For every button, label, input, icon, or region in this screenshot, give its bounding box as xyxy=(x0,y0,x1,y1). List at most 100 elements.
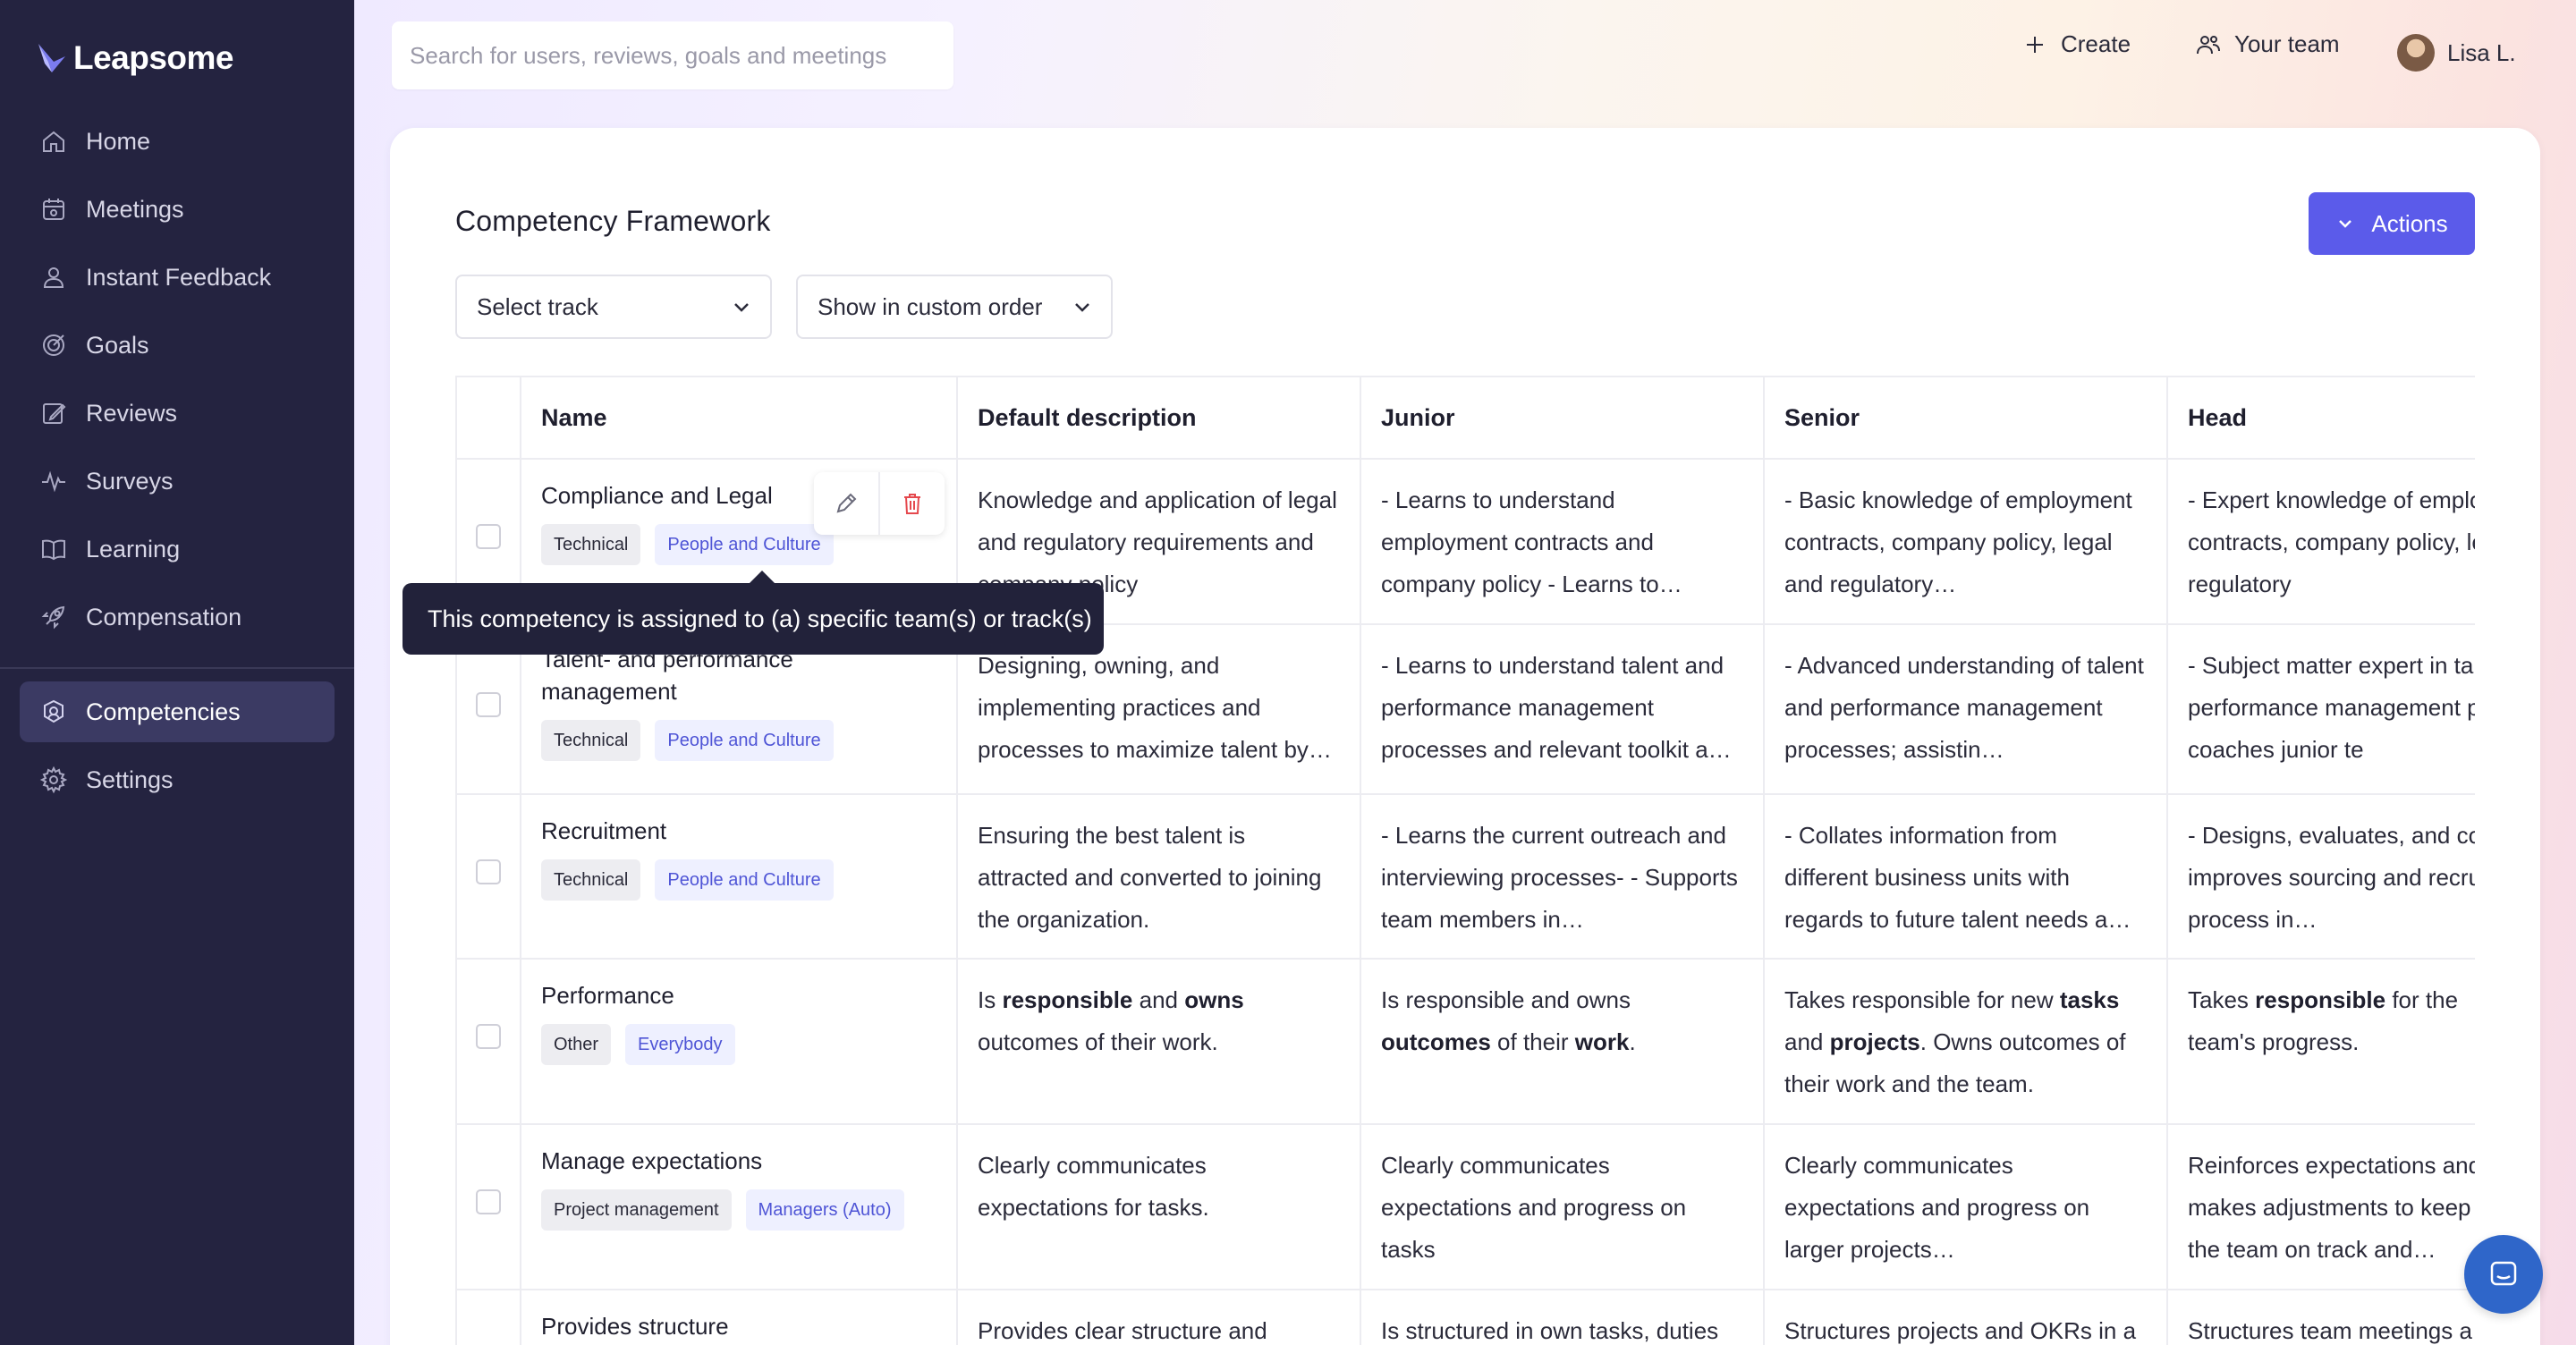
competency-name[interactable]: Recruitment xyxy=(541,815,936,847)
row-checkbox[interactable] xyxy=(476,859,501,884)
sidebar-item-home[interactable]: Home xyxy=(20,111,335,172)
calendar-icon xyxy=(43,199,64,220)
sidebar-divider xyxy=(0,667,354,669)
sidebar-item-label: Home xyxy=(86,127,151,155)
row-checkbox[interactable] xyxy=(476,524,501,549)
group-tag[interactable]: Everybody xyxy=(625,1024,735,1065)
cell-text: Structures team meetings a xyxy=(2188,1317,2472,1344)
cell-text: Reinforces expectations and makes adjust… xyxy=(2188,1152,2475,1263)
column-header-head[interactable]: Head xyxy=(2166,376,2475,460)
name-cell: Performance Other Everybody xyxy=(520,958,958,1125)
cell-text: - Basic knowledge of employment contract… xyxy=(1784,486,2132,597)
sidebar-item-reviews[interactable]: Reviews xyxy=(20,383,335,444)
brand-logo[interactable]: Leapsome xyxy=(36,36,234,80)
delete-button[interactable] xyxy=(878,472,945,535)
create-label: Create xyxy=(2061,30,2131,57)
cell-text: Clearly communicates expectations and pr… xyxy=(1381,1152,1687,1263)
sidebar-item-meetings[interactable]: Meetings xyxy=(20,179,335,240)
group-tag[interactable]: People and Culture xyxy=(655,720,834,761)
cell-text: - Designs, evaluates, and continuously i… xyxy=(2188,822,2475,933)
competency-name[interactable]: Provides structure xyxy=(541,1310,936,1342)
row-checkbox[interactable] xyxy=(476,691,501,717)
name-cell: Provides structure xyxy=(520,1289,958,1345)
your-team-button[interactable]: Your team xyxy=(2195,30,2340,58)
edit-button[interactable] xyxy=(814,472,878,535)
competency-table-container[interactable]: Name Default description Junior Senior H… xyxy=(455,376,2475,1345)
plus-icon xyxy=(2027,36,2043,53)
junior-cell: - Learns to understand employment contra… xyxy=(1360,458,1765,625)
chevron-down-icon xyxy=(734,303,749,312)
sidebar-item-surveys[interactable]: Surveys xyxy=(20,451,335,512)
create-button[interactable]: Create xyxy=(2021,30,2131,58)
head-cell: - Subject matter expert in talent and pe… xyxy=(2166,623,2475,795)
tag-list: Other Everybody xyxy=(541,1024,936,1065)
cell-text: - Expert knowledge of employment contrac… xyxy=(2188,486,2475,597)
table-row[interactable]: Performance Other Everybody Is responsib… xyxy=(455,958,2475,1125)
chevron-down-icon xyxy=(2339,220,2352,228)
sidebar-item-learning[interactable]: Learning xyxy=(20,519,335,579)
sidebar-item-compensation[interactable]: Compensation xyxy=(20,587,335,647)
sidebar-item-label: Settings xyxy=(86,766,174,793)
pulse-icon xyxy=(42,470,65,493)
cell-text: - Advanced understanding of talent and p… xyxy=(1784,652,2144,763)
search-input[interactable]: Search for users, reviews, goals and mee… xyxy=(392,21,953,89)
brand-name: Leapsome xyxy=(73,39,234,76)
row-checkbox[interactable] xyxy=(476,1024,501,1049)
rocket-icon xyxy=(41,605,65,630)
column-header-senior[interactable]: Senior xyxy=(1763,376,2168,460)
group-tag[interactable]: Managers (Auto) xyxy=(745,1189,904,1231)
head-cell: - Expert knowledge of employment contrac… xyxy=(2166,458,2475,625)
competency-framework-card: Competency Framework Actions Select trac… xyxy=(390,128,2540,1345)
actions-button[interactable]: Actions xyxy=(2309,192,2475,255)
senior-cell: Takes responsible for new tasks and proj… xyxy=(1763,958,2168,1125)
row-checkbox-cell xyxy=(455,1123,521,1290)
sidebar-item-settings[interactable]: Settings xyxy=(20,749,335,810)
gear-icon xyxy=(39,766,68,794)
order-select-value: Show in custom order xyxy=(818,292,1043,320)
cell-text: - Subject matter expert in talent and pe… xyxy=(2188,652,2475,763)
row-checkbox[interactable] xyxy=(476,1189,501,1214)
sidebar-item-label: Compensation xyxy=(86,603,242,630)
column-header-name[interactable]: Name xyxy=(520,376,958,460)
column-header-junior[interactable]: Junior xyxy=(1360,376,1765,460)
default-description-cell: Provides clear structure and xyxy=(956,1289,1361,1345)
table-row[interactable]: Recruitment Technical People and Culture… xyxy=(455,793,2475,960)
senior-cell: Clearly communicates expectations and pr… xyxy=(1763,1123,2168,1290)
user-name: Lisa L. xyxy=(2447,38,2516,66)
cell-text: Is structured in own tasks, duties xyxy=(1381,1317,1719,1344)
table-row[interactable]: Manage expectations Project management M… xyxy=(455,1123,2475,1290)
competencies-icon xyxy=(44,699,64,723)
sidebar: Leapsome Home Meetings Instant Feedback … xyxy=(0,0,354,1345)
secondary-nav: Competencies Settings xyxy=(20,681,335,817)
cell-text: Structures projects and OKRs in a xyxy=(1784,1317,2137,1344)
chat-launcher-button[interactable] xyxy=(2464,1235,2543,1314)
sidebar-item-goals[interactable]: Goals xyxy=(20,315,335,376)
team-label: Your team xyxy=(2234,30,2340,57)
sidebar-item-competencies[interactable]: Competencies xyxy=(20,681,335,742)
sidebar-item-label: Goals xyxy=(86,331,149,359)
sidebar-item-label: Meetings xyxy=(86,195,184,223)
column-header-default[interactable]: Default description xyxy=(956,376,1361,460)
group-tag[interactable]: People and Culture xyxy=(655,524,834,565)
user-menu[interactable]: Lisa L. xyxy=(2397,34,2516,72)
junior-cell: Is responsible and owns outcomes of thei… xyxy=(1360,958,1765,1125)
order-select[interactable]: Show in custom order xyxy=(796,275,1113,339)
tag-list: Technical People and Culture xyxy=(541,720,936,761)
junior-cell: - Learns the current outreach and interv… xyxy=(1360,793,1765,960)
track-select-value: Select track xyxy=(477,292,598,320)
primary-nav: Home Meetings Instant Feedback Goals Rev… xyxy=(20,111,335,655)
group-tag[interactable]: People and Culture xyxy=(655,859,834,901)
head-cell: Reinforces expectations and makes adjust… xyxy=(2166,1123,2475,1290)
row-checkbox-cell xyxy=(455,1289,521,1345)
row-checkbox-cell xyxy=(455,793,521,960)
app-window: Leapsome Home Meetings Instant Feedback … xyxy=(0,0,2576,1345)
competency-name[interactable]: Performance xyxy=(541,979,936,1011)
cell-text: - Collates information from different bu… xyxy=(1784,822,2131,933)
cell-text: Is responsible and owns outcomes of thei… xyxy=(978,986,1244,1055)
competency-name[interactable]: Manage expectations xyxy=(541,1145,936,1177)
track-select[interactable]: Select track xyxy=(455,275,772,339)
table-row[interactable]: Provides structure Provides clear struct… xyxy=(455,1289,2475,1345)
sidebar-item-instant-feedback[interactable]: Instant Feedback xyxy=(20,247,335,308)
cell-text: Takes responsible for the team's progres… xyxy=(2188,986,2459,1055)
category-tag: Technical xyxy=(541,859,641,901)
